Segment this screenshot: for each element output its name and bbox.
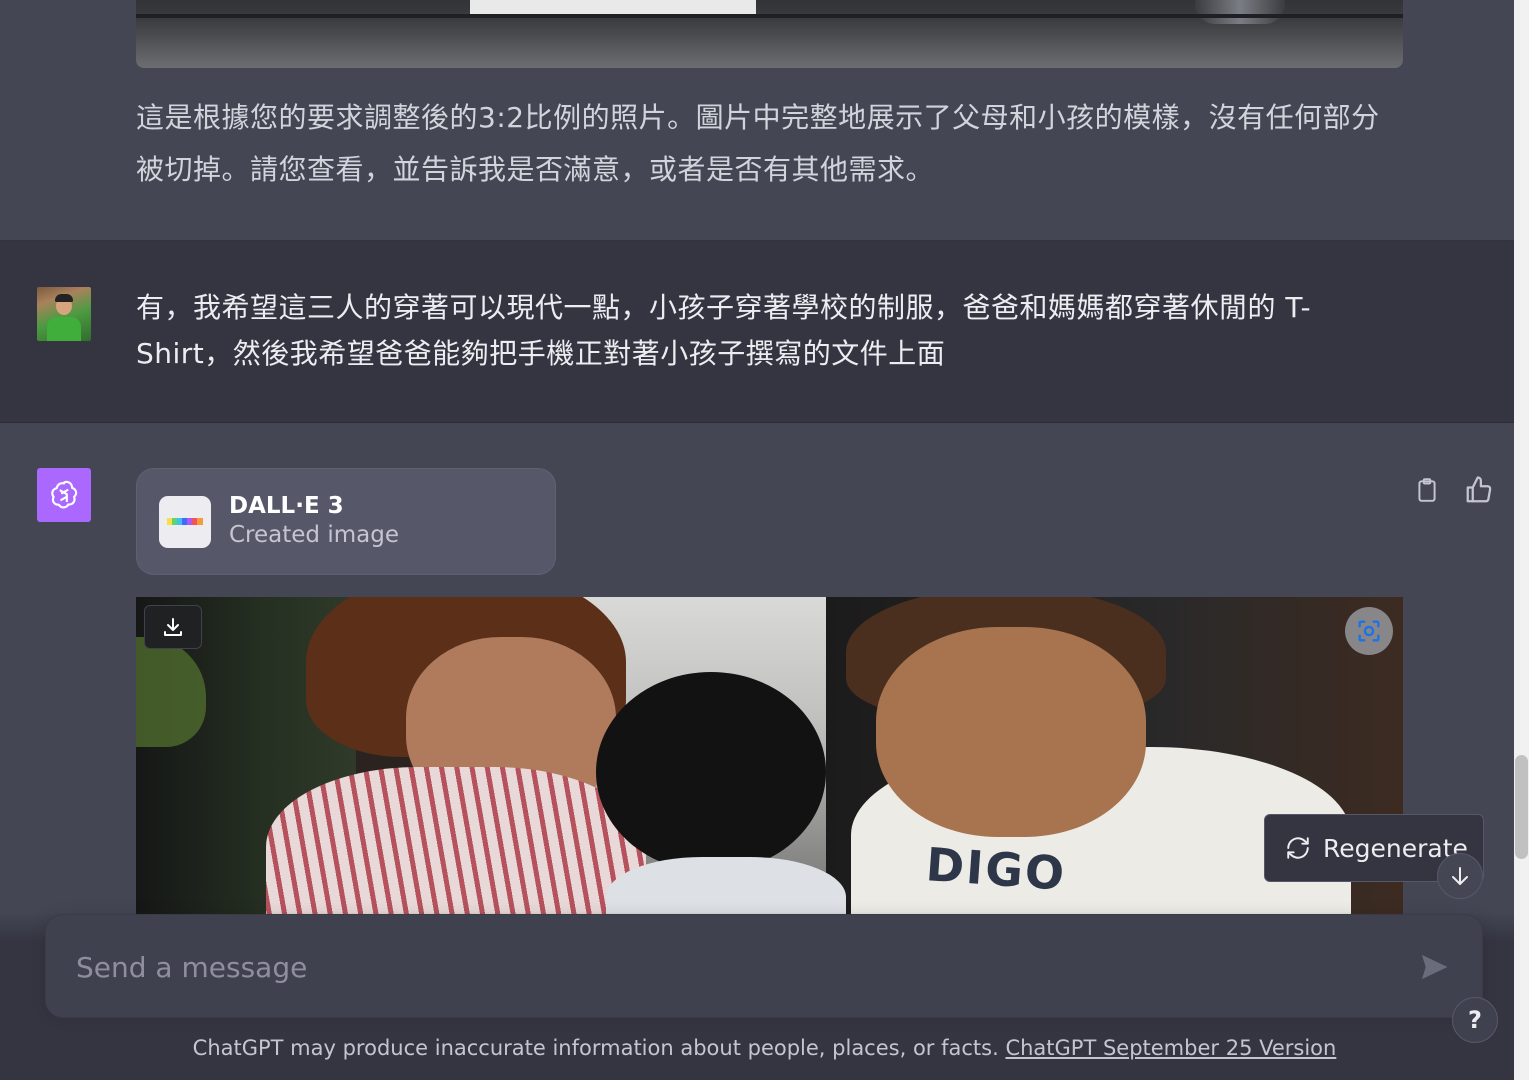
openai-logo-icon bbox=[37, 468, 91, 522]
thumbs-up-icon[interactable] bbox=[1464, 475, 1494, 505]
dalle-icon bbox=[159, 496, 211, 548]
image-shirt-print: DIGO bbox=[924, 837, 1068, 901]
help-button[interactable]: ? bbox=[1452, 997, 1498, 1043]
version-link[interactable]: ChatGPT September 25 Version bbox=[1005, 1036, 1336, 1060]
assistant-message-text: 這是根據您的要求調整後的3:2比例的照片。圖片中完整地展示了父母和小孩的模樣，沒… bbox=[136, 101, 1380, 186]
tool-title: DALL·E 3 bbox=[229, 493, 344, 519]
dalle-color-bar bbox=[167, 518, 203, 525]
scrollbar-thumb[interactable] bbox=[1515, 755, 1528, 859]
chat-app: 這是根據您的要求調整後的3:2比例的照片。圖片中完整地展示了父母和小孩的模樣，沒… bbox=[0, 0, 1529, 1080]
image-child-shirt bbox=[606, 857, 846, 917]
user-avatar bbox=[37, 287, 91, 341]
download-icon[interactable] bbox=[144, 605, 202, 649]
disclaimer-text: ChatGPT may produce inaccurate informati… bbox=[192, 1036, 1006, 1060]
arrow-down-icon bbox=[1452, 867, 1468, 885]
message-actions bbox=[1412, 475, 1494, 505]
image-father-face bbox=[876, 627, 1146, 837]
refresh-icon bbox=[1287, 837, 1309, 859]
message-input[interactable] bbox=[74, 945, 1378, 989]
clipboard-icon[interactable] bbox=[1412, 475, 1442, 505]
disclaimer: ChatGPT may produce inaccurate informati… bbox=[0, 1036, 1529, 1060]
scan-icon[interactable] bbox=[1345, 607, 1393, 655]
image-table-edge bbox=[136, 14, 1403, 18]
assistant-message-previous: 這是根據您的要求調整後的3:2比例的照片。圖片中完整地展示了父母和小孩的模樣，沒… bbox=[0, 0, 1514, 241]
generated-image[interactable]: DIGO bbox=[136, 597, 1403, 917]
scrollbar[interactable] bbox=[1514, 0, 1529, 1080]
tool-subtitle: Created image bbox=[229, 522, 399, 548]
avatar-shirt bbox=[47, 317, 81, 341]
image-hand bbox=[1195, 0, 1285, 24]
image-child-hair bbox=[596, 672, 826, 872]
user-message: 有，我希望這三人的穿著可以現代一點，小孩子穿著學校的制服，爸爸和媽媽都穿著休閒的… bbox=[0, 241, 1514, 423]
user-message-text: 有，我希望這三人的穿著可以現代一點，小孩子穿著學校的制服，爸爸和媽媽都穿著休閒的… bbox=[136, 291, 1312, 370]
dalle-tool-card[interactable]: DALL·E 3 Created image bbox=[136, 468, 556, 575]
send-icon[interactable] bbox=[1416, 949, 1452, 985]
previous-generated-image[interactable] bbox=[136, 0, 1403, 68]
scroll-to-bottom-button[interactable] bbox=[1437, 853, 1483, 899]
message-composer bbox=[45, 914, 1483, 1018]
image-mother-shirt bbox=[266, 767, 646, 917]
avatar-hair bbox=[55, 294, 73, 302]
